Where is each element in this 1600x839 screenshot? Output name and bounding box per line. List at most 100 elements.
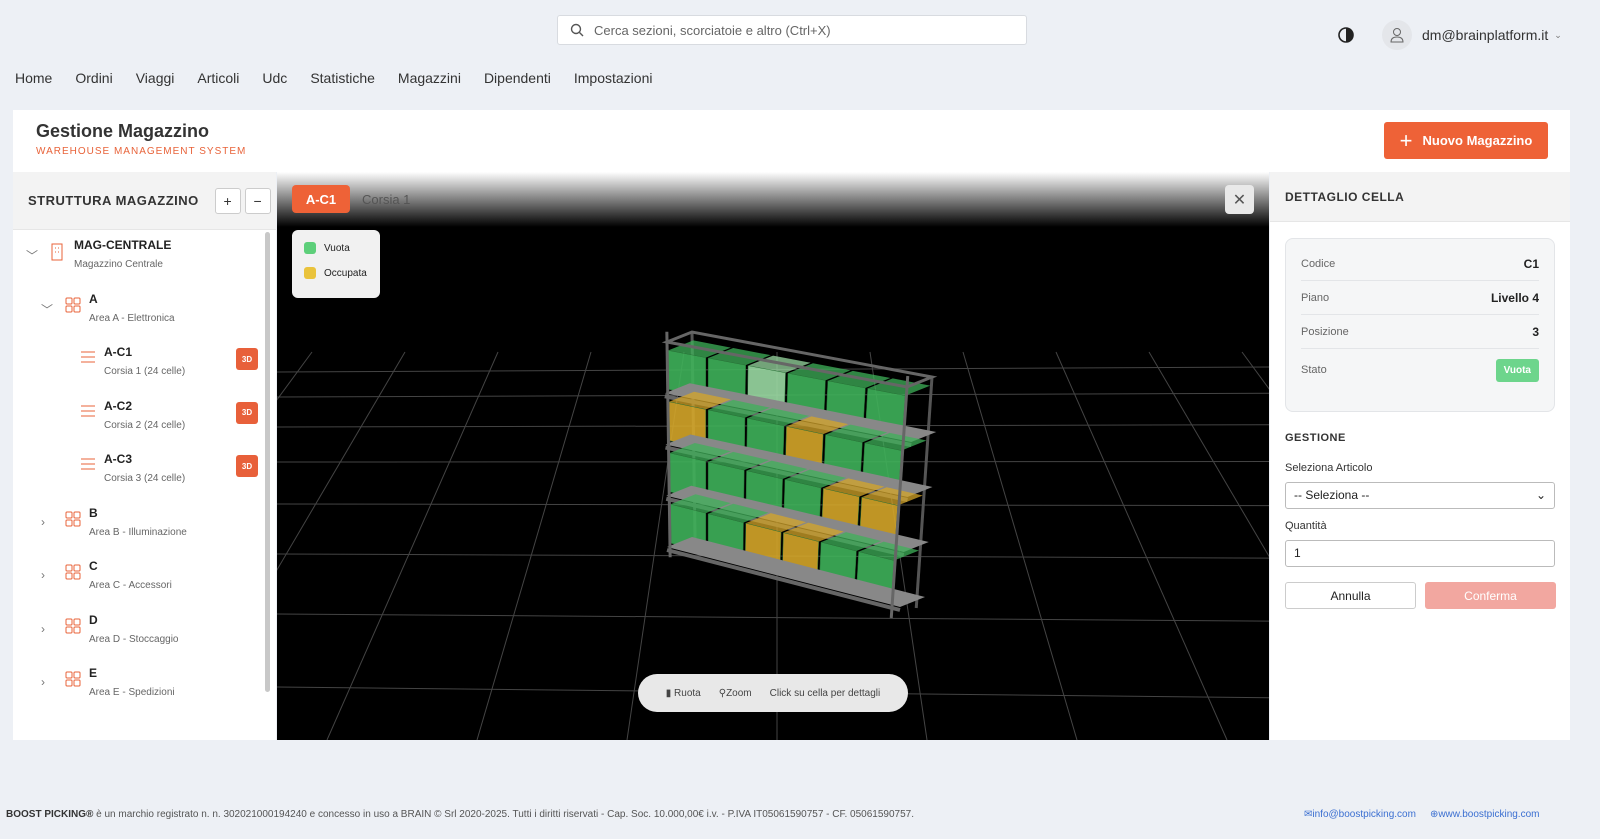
- tree-node-area[interactable]: › D Area D - Stoccaggio: [13, 610, 263, 660]
- grid-line: [1148, 351, 1269, 558]
- node-code: A-C2: [104, 398, 133, 413]
- node-code: A-C1: [104, 345, 133, 359]
- confirm-button[interactable]: Conferma: [1425, 582, 1556, 609]
- nav-dipendenti[interactable]: Dipendenti: [484, 70, 551, 86]
- panel-title: STRUTTURA MAGAZZINO: [28, 193, 199, 208]
- main-nav: Home Ordini Viaggi Articoli Udc Statisti…: [15, 70, 675, 86]
- node-code: D: [89, 612, 98, 627]
- chevron-down-icon: ⌄: [1554, 29, 1562, 40]
- nav-articoli[interactable]: Articoli: [197, 70, 239, 86]
- 3d-viewer[interactable]: A-C1 Corsia 1 ✕ Vuota Occupata ▮ Ruota ⚲…: [277, 172, 1269, 740]
- grid-icon: [65, 564, 81, 585]
- view-3d-button[interactable]: 3D: [236, 455, 258, 477]
- grid-line: [277, 351, 406, 571]
- node-name: Area D - Stoccaggio: [89, 633, 179, 645]
- 3d-scene[interactable]: [277, 172, 1269, 740]
- chevron-down-icon: ⌄: [1535, 488, 1546, 502]
- tree-node-aisle[interactable]: A-C3 Corsia 3 (24 celle) 3D: [13, 449, 263, 499]
- theme-toggle-icon[interactable]: [1338, 27, 1354, 48]
- viewer-top-gradient: [277, 172, 1269, 227]
- node-name: Area E - Spedizioni: [89, 687, 175, 698]
- controls-hint: ▮ Ruota ⚲Zoom Click su cella per dettagl…: [638, 674, 908, 712]
- grid-icon: [65, 297, 81, 318]
- node-name: Magazzino Centrale: [74, 259, 163, 270]
- node-name: Area A - Elettronica: [89, 312, 175, 324]
- node-name: Corsia 1 (24 celle): [104, 366, 186, 377]
- grid-line: [277, 351, 313, 401]
- aisle-lines-icon: [80, 350, 96, 369]
- aisle-tag: A-C1: [292, 185, 350, 213]
- scrollbar[interactable]: [265, 232, 270, 692]
- position-label: Posizione: [1301, 325, 1349, 338]
- collapse-all-button[interactable]: −: [244, 187, 271, 214]
- legend-occupied: Occupata: [324, 267, 367, 279]
- grid-line: [277, 613, 1269, 622]
- expand-all-button[interactable]: +: [214, 187, 241, 214]
- level-value: Livello 4: [1490, 290, 1539, 305]
- grid-line: [476, 351, 592, 740]
- grid-line: [962, 351, 1078, 740]
- tree-node-area[interactable]: ﹀ A Area A - Elettronica: [13, 289, 263, 339]
- node-code: A-C3: [104, 452, 133, 466]
- footer-web-link[interactable]: www.boostpicking.com: [1438, 809, 1539, 820]
- footer-text: BOOST PICKING® è un marchio registrato n…: [6, 809, 914, 820]
- node-name: Corsia 3 (24 celle): [104, 473, 186, 484]
- tree-node-aisle[interactable]: A-C1 Corsia 1 (24 celle) 3D: [13, 342, 263, 392]
- status-badge: Vuota: [1495, 358, 1539, 382]
- nav-impostazioni[interactable]: Impostazioni: [574, 70, 653, 86]
- node-code: B: [89, 505, 98, 520]
- nav-magazzini[interactable]: Magazzini: [398, 70, 461, 86]
- tree-node-aisle[interactable]: A-C2 Corsia 2 (24 celle) 3D: [13, 396, 263, 446]
- footer-legal: è un marchio registrato n. n. 3020210001…: [93, 809, 915, 820]
- search-input[interactable]: Cerca sezioni, scorciatoie e altro (Ctrl…: [557, 15, 1027, 45]
- grid-line: [326, 351, 499, 740]
- cancel-button[interactable]: Annulla: [1285, 582, 1416, 609]
- search-icon: [570, 23, 584, 37]
- quantity-label: Quantità: [1285, 520, 1327, 532]
- chevron-down-icon[interactable]: ﹀: [41, 301, 53, 318]
- node-code: A: [89, 291, 98, 306]
- tree-node-area[interactable]: › B Area B - Illuminazione: [13, 503, 263, 553]
- nav-statistiche[interactable]: Statistiche: [310, 70, 375, 86]
- aisle-lines-icon: [80, 457, 96, 476]
- article-select-value: -- Seleziona --: [1294, 488, 1370, 502]
- click-hint: Click su cella per dettagli: [769, 687, 881, 699]
- tree-node-area[interactable]: › E Area E - Spedizioni: [13, 663, 263, 713]
- level-label: Piano: [1301, 291, 1330, 304]
- building-icon: [50, 243, 64, 266]
- plus-icon: +: [1399, 127, 1413, 153]
- view-3d-button[interactable]: 3D: [236, 401, 258, 424]
- footer-email-link[interactable]: info@boostpicking.com: [1312, 809, 1416, 820]
- nav-udc[interactable]: Udc: [262, 70, 287, 86]
- code-value: C1: [1523, 256, 1539, 271]
- close-viewer-button[interactable]: ✕: [1225, 185, 1254, 214]
- chevron-right-icon[interactable]: ›: [41, 622, 45, 636]
- node-name: Area C - Accessori: [89, 580, 172, 591]
- new-warehouse-label: Nuovo Magazzino: [1422, 133, 1533, 148]
- grid-icon: [65, 511, 81, 532]
- nav-ordini[interactable]: Ordini: [75, 70, 112, 86]
- new-warehouse-button[interactable]: + Nuovo Magazzino: [1384, 122, 1548, 159]
- legend-empty: Vuota: [324, 242, 350, 254]
- state-label: Stato: [1301, 364, 1327, 376]
- view-3d-button[interactable]: 3D: [236, 348, 258, 370]
- chevron-right-icon[interactable]: ›: [41, 568, 45, 582]
- cell-detail-panel: DETTAGLIO CELLA Codice C1 Piano Livello 4 …: [1270, 172, 1570, 740]
- tree-node-warehouse[interactable]: ﹀ MAG-CENTRALE Magazzino Centrale: [13, 235, 263, 285]
- chevron-right-icon[interactable]: ›: [41, 515, 45, 529]
- node-code: C: [89, 559, 98, 573]
- footer-brand: BOOST PICKING®: [6, 809, 94, 820]
- node-code: E: [89, 666, 98, 680]
- quantity-input[interactable]: 1: [1285, 540, 1555, 567]
- avatar-icon: [1382, 20, 1412, 50]
- tree-node-area[interactable]: › C Area C - Accessori: [13, 556, 263, 606]
- user-menu[interactable]: dm@brainplatform.it ⌄: [1382, 20, 1562, 50]
- detail-title: DETTAGLIO CELLA: [1270, 172, 1570, 222]
- article-select[interactable]: -- Seleziona -- ⌄: [1285, 482, 1555, 509]
- chevron-right-icon[interactable]: ›: [41, 675, 45, 689]
- node-name: Area B - Illuminazione: [89, 526, 187, 538]
- chevron-down-icon[interactable]: ﹀: [26, 247, 38, 264]
- aisle-name: Corsia 1: [362, 192, 411, 207]
- nav-viaggi[interactable]: Viaggi: [136, 70, 175, 86]
- nav-home[interactable]: Home: [15, 70, 52, 86]
